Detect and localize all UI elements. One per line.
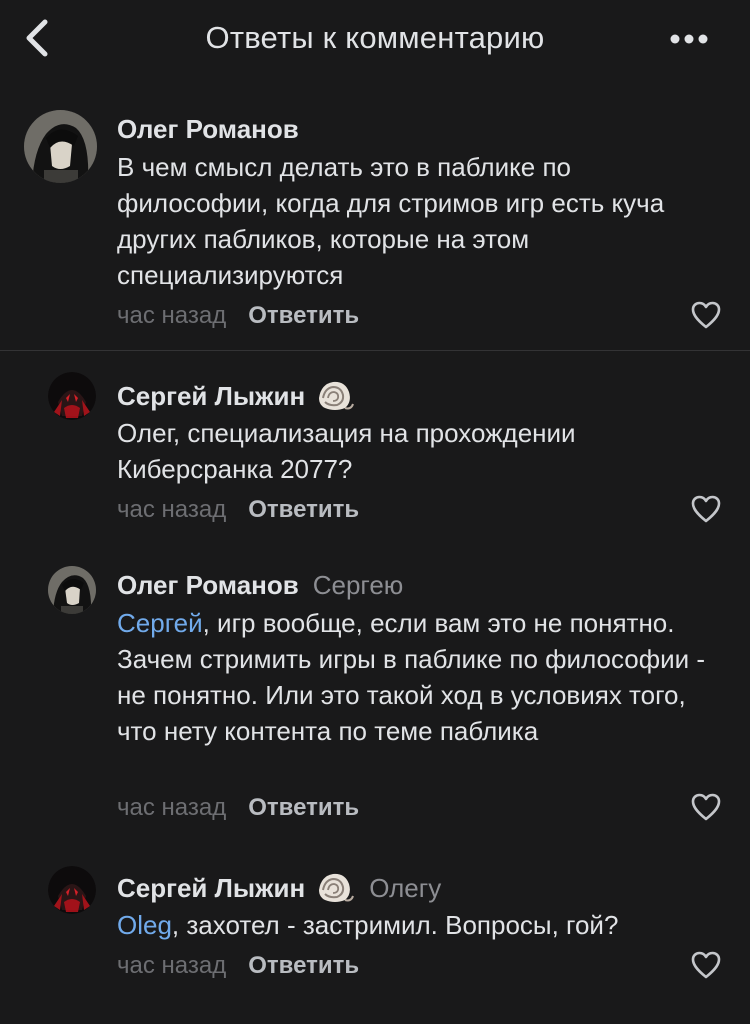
author-name[interactable]: Олег Романов xyxy=(117,570,299,601)
comment-meta: час назад Ответить xyxy=(117,302,359,330)
heart-icon xyxy=(691,951,721,979)
mention-link[interactable]: Oleg xyxy=(117,910,172,940)
reply-button[interactable]: Ответить xyxy=(248,496,359,523)
mention-link[interactable]: Сергей xyxy=(117,608,203,638)
author-name[interactable]: Сергей Лыжин xyxy=(117,381,305,412)
comment-text: Олег, специализация на прохождении Кибер… xyxy=(117,418,576,484)
like-button[interactable] xyxy=(690,494,722,524)
more-button[interactable] xyxy=(664,24,714,54)
avatar[interactable] xyxy=(48,566,96,614)
heart-icon xyxy=(691,301,721,329)
heart-icon xyxy=(691,793,721,821)
heart-icon xyxy=(691,495,721,523)
avatar[interactable] xyxy=(48,866,96,914)
timestamp: час назад xyxy=(117,952,227,979)
more-horizontal-icon xyxy=(670,34,708,44)
timestamp: час назад xyxy=(117,794,227,821)
reply-button[interactable]: Ответить xyxy=(248,302,359,329)
comment-author-line: Сергей Лыжин xyxy=(117,378,355,414)
author-name[interactable]: Сергей Лыжин xyxy=(117,873,305,904)
comment-meta: час назад Ответить xyxy=(117,952,359,980)
timestamp: час назад xyxy=(117,496,227,523)
top-bar: Ответы к комментарию xyxy=(0,0,750,78)
like-button[interactable] xyxy=(690,300,722,330)
comment-meta: час назад Ответить xyxy=(117,496,359,524)
like-button[interactable] xyxy=(690,792,722,822)
timestamp: час назад xyxy=(117,302,227,329)
reply-button[interactable]: Ответить xyxy=(248,794,359,821)
comment-author-line: Олег Романов Сергею xyxy=(117,570,403,601)
avatar[interactable] xyxy=(48,372,96,420)
comment-text: В чем смысл делать это в паблике по фило… xyxy=(117,152,665,290)
shell-icon xyxy=(315,870,355,906)
shell-icon xyxy=(315,378,355,414)
comment-author-line: Сергей Лыжин Олегу xyxy=(117,870,441,906)
comment-text-body: , захотел - застримил. Вопросы, гой? xyxy=(171,910,619,940)
divider xyxy=(0,350,750,351)
reply-to-label[interactable]: Олегу xyxy=(369,873,441,904)
comment-meta: час назад Ответить xyxy=(117,794,359,822)
author-name[interactable]: Олег Романов xyxy=(117,114,299,145)
reply-to-label[interactable]: Сергею xyxy=(313,570,404,601)
comment-text: Oleg, захотел - застримил. Вопросы, гой? xyxy=(117,907,727,943)
like-button[interactable] xyxy=(690,950,722,980)
avatar[interactable] xyxy=(24,110,97,183)
page-title: Ответы к комментарию xyxy=(205,20,545,55)
comment-text: Сергей, игр вообще, если вам это не поня… xyxy=(117,605,727,749)
comment-author-line: Олег Романов xyxy=(117,114,299,145)
comment-text-body: , игр вообще, если вам это не понятно. З… xyxy=(117,608,706,746)
reply-button[interactable]: Ответить xyxy=(248,952,359,979)
